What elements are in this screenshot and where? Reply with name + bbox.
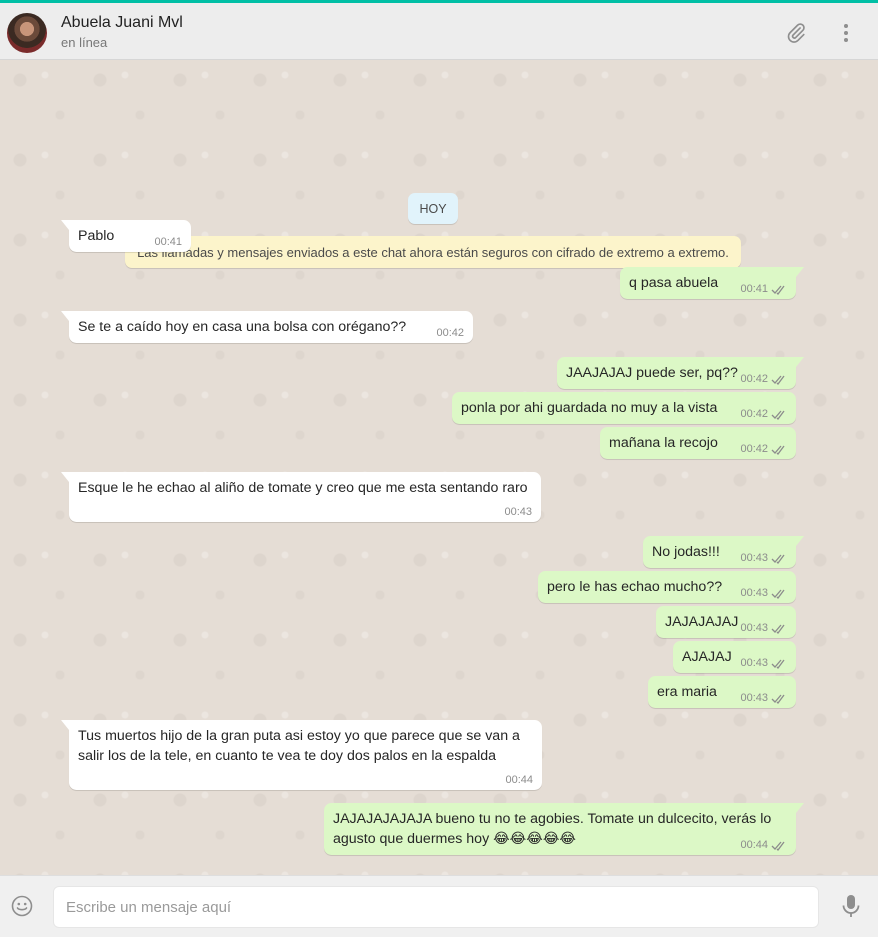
double-check-icon bbox=[771, 375, 785, 385]
double-check-icon bbox=[771, 445, 785, 455]
message-meta: 00:44 bbox=[505, 774, 533, 786]
message-text: pero le has echao mucho?? bbox=[547, 579, 723, 595]
message-text: Se te a caído hoy en casa una bolsa con … bbox=[78, 319, 407, 335]
message-time: 00:44 bbox=[505, 774, 533, 786]
message-time: 00:43 bbox=[504, 506, 532, 518]
message-meta: 00:42 bbox=[740, 408, 787, 420]
message-outgoing[interactable]: era maria 00:43 bbox=[648, 676, 796, 708]
message-meta: 00:43 bbox=[740, 587, 787, 599]
message-incoming[interactable]: Esque le he echao al aliño de tomate y c… bbox=[61, 472, 541, 522]
message-meta: 00:42 bbox=[436, 327, 464, 339]
message-incoming[interactable]: Tus muertos hijo de la gran puta asi est… bbox=[61, 720, 542, 790]
message-outgoing[interactable]: JAJAJAJAJ 00:43 bbox=[656, 606, 796, 638]
message-text: JAAJAJAJ puede ser, pq?? bbox=[566, 365, 738, 381]
date-divider: HOY bbox=[408, 193, 458, 224]
contact-status: en línea bbox=[61, 35, 108, 50]
message-outgoing[interactable]: mañana la recojo 00:42 bbox=[600, 427, 796, 459]
avatar[interactable] bbox=[7, 13, 47, 53]
message-meta: 00:41 bbox=[740, 283, 787, 295]
double-check-icon bbox=[771, 410, 785, 420]
message-text: No jodas!!! bbox=[652, 544, 720, 560]
composer-bar bbox=[0, 875, 878, 937]
message-text: Tus muertos hijo de la gran puta asi est… bbox=[78, 728, 520, 764]
message-time: 00:42 bbox=[436, 327, 464, 339]
message-time: 00:43 bbox=[740, 622, 768, 634]
message-meta: 00:42 bbox=[740, 443, 787, 455]
message-time: 00:42 bbox=[740, 373, 768, 385]
message-time: 00:41 bbox=[154, 236, 182, 248]
message-meta: 00:44 bbox=[740, 839, 787, 851]
message-text: JAJAJAJAJAJA bueno tu no te agobies. Tom… bbox=[333, 811, 772, 847]
message-meta: 00:43 bbox=[504, 506, 532, 518]
message-list[interactable]: HOY Las llamadas y mensajes enviados a e… bbox=[0, 60, 878, 875]
double-check-icon bbox=[771, 285, 785, 295]
message-time: 00:43 bbox=[740, 692, 768, 704]
message-text: JAJAJAJAJ bbox=[665, 614, 739, 630]
message-time: 00:43 bbox=[740, 657, 768, 669]
message-text: mañana la recojo bbox=[609, 435, 718, 451]
message-text: AJAJAJ bbox=[682, 649, 732, 665]
paperclip-icon[interactable] bbox=[784, 21, 808, 45]
message-outgoing[interactable]: No jodas!!! 00:43 bbox=[643, 536, 804, 568]
message-outgoing[interactable]: pero le has echao mucho?? 00:43 bbox=[538, 571, 796, 603]
message-meta: 00:43 bbox=[740, 692, 787, 704]
double-check-icon bbox=[771, 624, 785, 634]
message-time: 00:41 bbox=[740, 283, 768, 295]
message-text: Esque le he echao al aliño de tomate y c… bbox=[78, 480, 528, 496]
message-time: 00:43 bbox=[740, 552, 768, 564]
message-meta: 00:43 bbox=[740, 552, 787, 564]
message-text: Pablo bbox=[78, 228, 115, 244]
message-outgoing[interactable]: q pasa abuela 00:41 bbox=[620, 267, 804, 299]
message-meta: 00:41 bbox=[154, 236, 182, 248]
message-outgoing[interactable]: AJAJAJ 00:43 bbox=[673, 641, 796, 673]
message-text: ponla por ahi guardada no muy a la vista bbox=[461, 400, 718, 416]
message-time: 00:42 bbox=[740, 443, 768, 455]
message-meta: 00:43 bbox=[740, 657, 787, 669]
microphone-icon[interactable] bbox=[840, 893, 862, 919]
chat-header: Abuela Juani Mvl en línea bbox=[0, 3, 878, 60]
message-outgoing[interactable]: JAJAJAJAJAJA bueno tu no te agobies. Tom… bbox=[324, 803, 804, 855]
message-incoming[interactable]: Se te a caído hoy en casa una bolsa con … bbox=[61, 311, 473, 343]
message-incoming[interactable]: Pablo 00:41 bbox=[61, 220, 191, 252]
double-check-icon bbox=[771, 554, 785, 564]
message-outgoing[interactable]: ponla por ahi guardada no muy a la vista… bbox=[452, 392, 796, 424]
message-text: era maria bbox=[657, 684, 717, 700]
encryption-notice[interactable]: Las llamadas y mensajes enviados a este … bbox=[125, 236, 741, 268]
message-meta: 00:43 bbox=[740, 622, 787, 634]
message-time: 00:43 bbox=[740, 587, 768, 599]
double-check-icon bbox=[771, 589, 785, 599]
message-time: 00:42 bbox=[740, 408, 768, 420]
smiley-icon[interactable] bbox=[10, 894, 34, 918]
double-check-icon bbox=[771, 659, 785, 669]
message-outgoing[interactable]: JAAJAJAJ puede ser, pq?? 00:42 bbox=[557, 357, 804, 389]
message-time: 00:44 bbox=[740, 839, 768, 851]
more-vertical-icon[interactable] bbox=[834, 21, 858, 45]
message-meta: 00:42 bbox=[740, 373, 787, 385]
contact-name[interactable]: Abuela Juani Mvl bbox=[61, 14, 183, 32]
double-check-icon bbox=[771, 694, 785, 704]
double-check-icon bbox=[771, 841, 785, 851]
message-text: q pasa abuela bbox=[629, 275, 719, 291]
message-input[interactable] bbox=[53, 886, 819, 928]
